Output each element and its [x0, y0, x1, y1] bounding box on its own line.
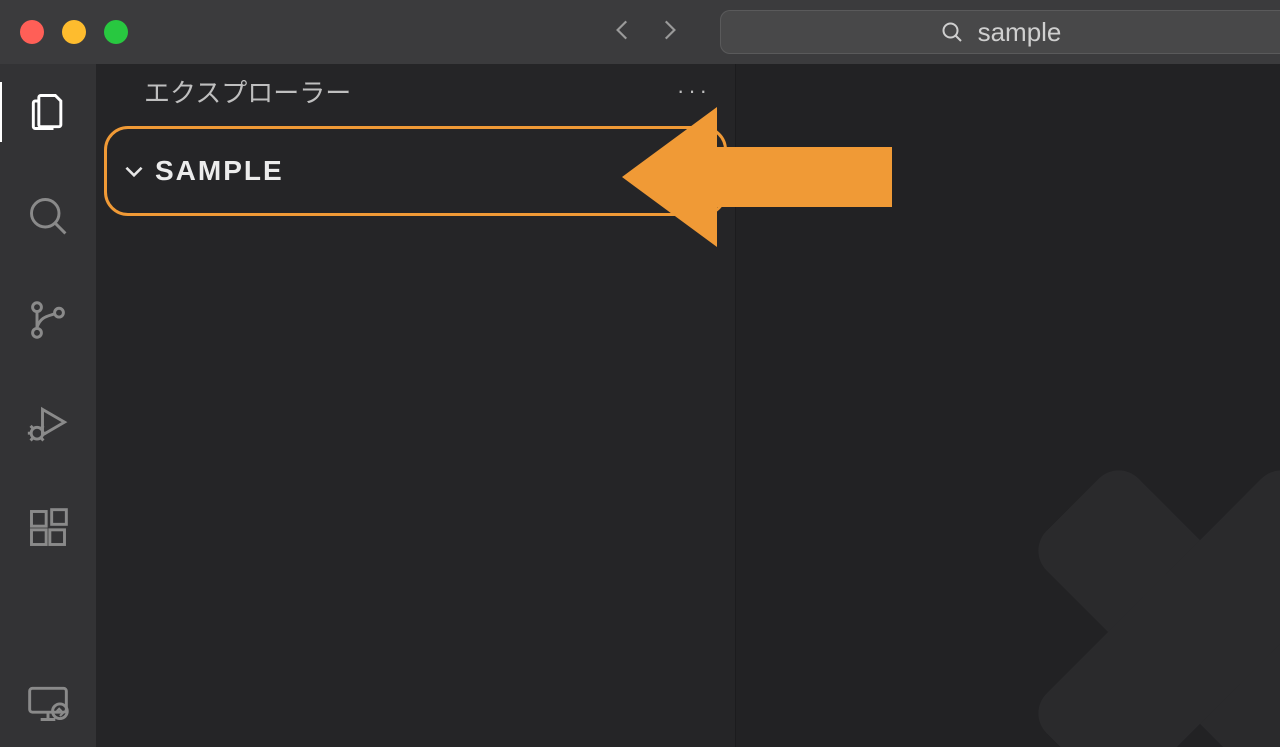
activity-bar	[0, 64, 96, 747]
nav-arrows	[610, 0, 682, 64]
activity-extensions[interactable]	[24, 504, 72, 552]
extensions-icon	[26, 506, 70, 550]
folder-section[interactable]: SAMPLE	[104, 126, 727, 216]
explorer-title: エクスプローラー	[144, 73, 351, 110]
activity-remote[interactable]	[24, 679, 72, 727]
window-controls	[0, 20, 128, 44]
arrow-left-icon	[610, 17, 636, 43]
command-center-search[interactable]: sample	[720, 10, 1280, 54]
activity-run-debug[interactable]	[24, 400, 72, 448]
folder-name: SAMPLE	[155, 155, 284, 187]
explorer-more-button[interactable]: ···	[677, 78, 711, 104]
chevron-down-icon	[121, 158, 147, 184]
explorer-header: エクスプローラー ···	[96, 64, 735, 118]
activity-source-control[interactable]	[24, 296, 72, 344]
search-icon	[26, 194, 70, 238]
search-icon	[940, 20, 964, 44]
arrow-right-icon	[656, 17, 682, 43]
activity-explorer[interactable]	[24, 88, 72, 136]
vscode-watermark	[980, 387, 1280, 747]
editor-area	[736, 64, 1280, 747]
window-minimize-button[interactable]	[62, 20, 86, 44]
activity-search[interactable]	[24, 192, 72, 240]
nav-back-button[interactable]	[610, 17, 636, 48]
window-maximize-button[interactable]	[104, 20, 128, 44]
explorer-sidebar: エクスプローラー ··· SAMPLE	[96, 64, 736, 747]
titlebar: sample	[0, 0, 1280, 64]
nav-forward-button[interactable]	[656, 17, 682, 48]
workbench: エクスプローラー ··· SAMPLE	[0, 64, 1280, 747]
debug-icon	[26, 402, 70, 446]
command-center-text: sample	[978, 17, 1062, 48]
source-control-icon	[26, 298, 70, 342]
remote-icon	[26, 681, 70, 725]
files-icon	[26, 90, 70, 134]
window-close-button[interactable]	[20, 20, 44, 44]
